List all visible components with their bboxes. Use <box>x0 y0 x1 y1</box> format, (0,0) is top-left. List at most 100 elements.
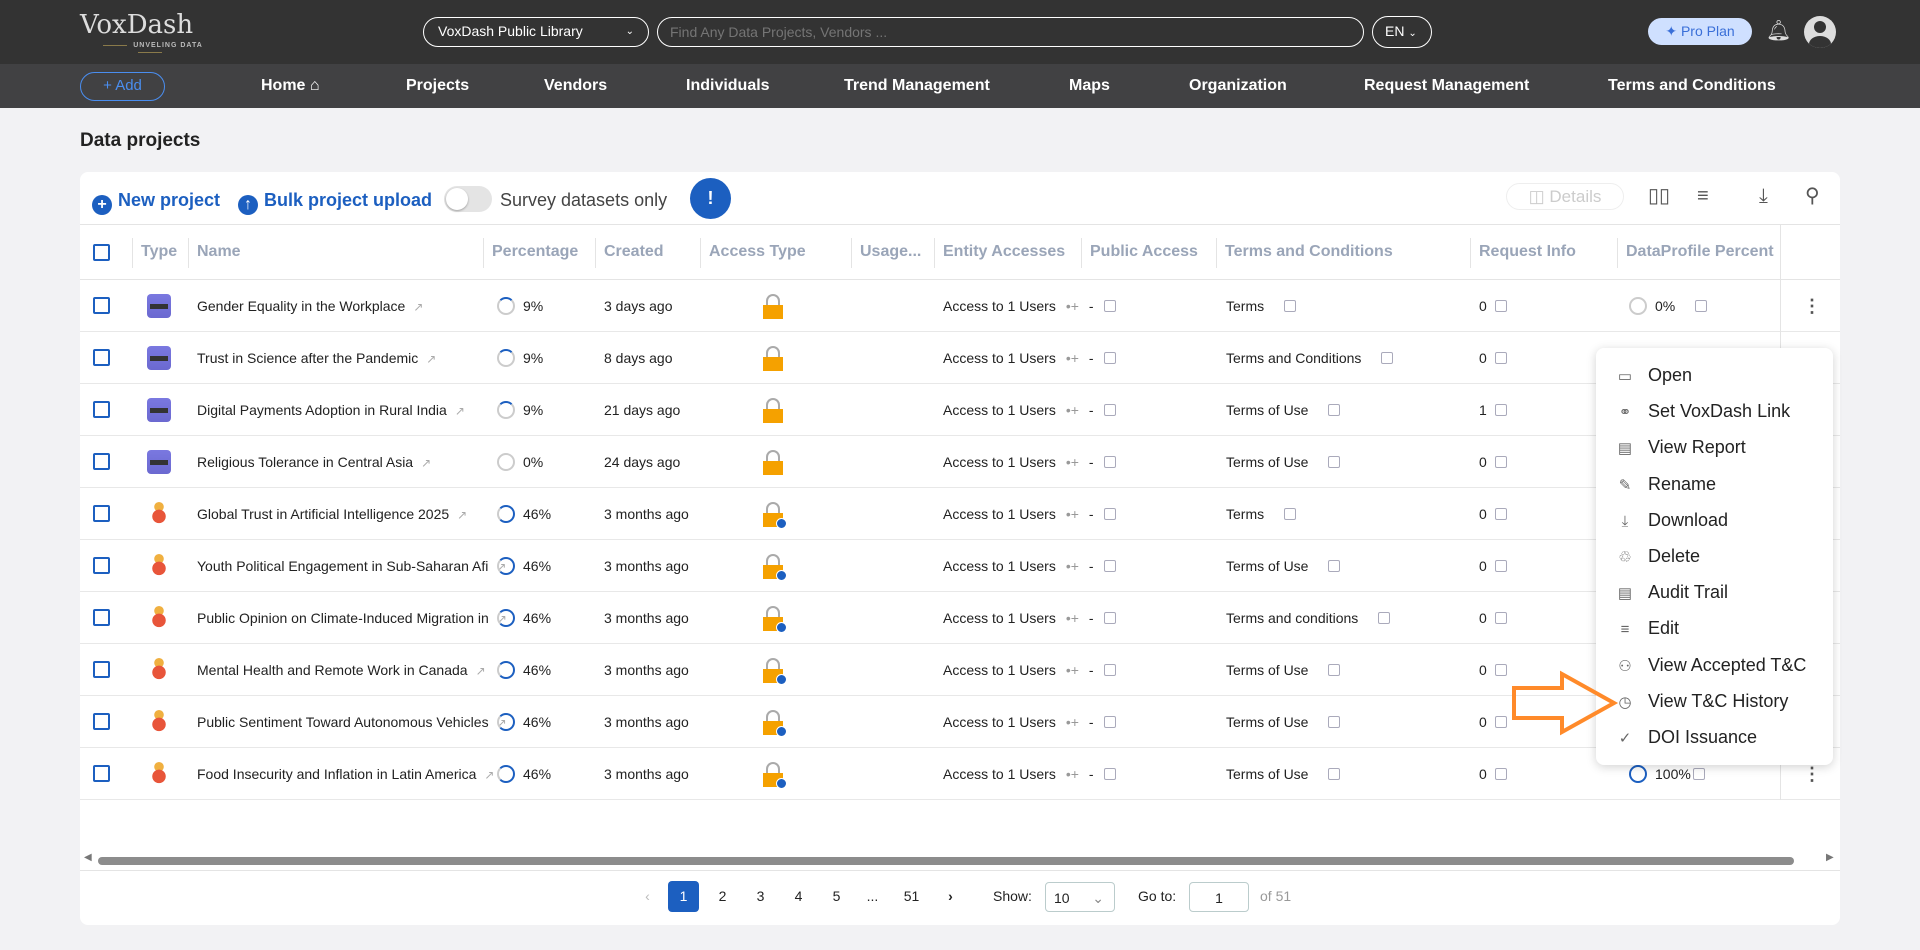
nav-vendors[interactable]: Vendors <box>544 64 607 108</box>
add-user-icon[interactable]: •+ <box>1066 506 1079 522</box>
project-name[interactable]: Trust in Science after the Pandemic <box>197 350 418 366</box>
page-button[interactable]: 51 <box>896 881 927 912</box>
edit-icon[interactable] <box>1328 716 1341 728</box>
new-project-button[interactable]: + New project <box>92 182 220 218</box>
survey-toggle[interactable] <box>444 186 492 212</box>
column-header-request-info[interactable]: Request Info <box>1470 238 1576 268</box>
page-button[interactable]: 5 <box>821 881 852 912</box>
page-button[interactable]: 2 <box>707 881 738 912</box>
external-link-icon[interactable]: ↗ <box>476 664 486 678</box>
edit-icon[interactable] <box>1695 300 1708 312</box>
edit-icon[interactable] <box>1494 560 1507 572</box>
row-checkbox[interactable] <box>93 453 110 470</box>
row-checkbox[interactable] <box>93 401 110 418</box>
menu-item-set-voxdash-link[interactable]: ⚭ Set VoxDash Link <box>1596 393 1833 429</box>
edit-icon[interactable] <box>1103 560 1116 572</box>
edit-icon[interactable] <box>1494 352 1507 364</box>
edit-icon[interactable] <box>1103 404 1116 416</box>
edit-icon[interactable] <box>1494 456 1507 468</box>
column-header-terms-and-conditions[interactable]: Terms and Conditions <box>1216 238 1393 268</box>
menu-item-view-report[interactable]: ▤ View Report <box>1596 429 1833 465</box>
nav-maps[interactable]: Maps <box>1069 64 1110 108</box>
row-checkbox[interactable] <box>93 765 110 782</box>
search-icon[interactable]: ⚲ <box>1805 184 1820 208</box>
page-button[interactable]: 4 <box>783 881 814 912</box>
page-button[interactable]: 3 <box>745 881 776 912</box>
edit-icon[interactable] <box>1494 300 1507 312</box>
edit-icon[interactable] <box>1328 560 1341 572</box>
lock-icon[interactable] <box>763 294 783 319</box>
external-link-icon[interactable]: ↗ <box>413 300 423 314</box>
project-name[interactable]: Digital Payments Adoption in Rural India <box>197 402 447 418</box>
column-header-type[interactable]: Type <box>132 238 177 268</box>
nav-individuals[interactable]: Individuals <box>686 64 770 108</box>
menu-item-view-accepted-t-c[interactable]: ⚇ View Accepted T&C <box>1596 647 1833 683</box>
next-page-button[interactable]: › <box>935 881 966 912</box>
column-header-access-type[interactable]: Access Type <box>700 238 806 268</box>
add-user-icon[interactable]: •+ <box>1066 662 1079 678</box>
row-checkbox[interactable] <box>93 505 110 522</box>
edit-icon[interactable] <box>1284 508 1297 520</box>
row-checkbox[interactable] <box>93 557 110 574</box>
edit-icon[interactable] <box>1284 300 1297 312</box>
project-name[interactable]: Religious Tolerance in Central Asia <box>197 454 413 470</box>
column-header-percentage[interactable]: Percentage <box>483 238 578 268</box>
edit-icon[interactable] <box>1328 456 1341 468</box>
nav-organization[interactable]: Organization <box>1189 64 1287 108</box>
columns-icon[interactable]: ▯▯ <box>1648 184 1670 208</box>
lock-icon[interactable] <box>763 398 783 423</box>
menu-item-audit-trail[interactable]: ▤ Audit Trail <box>1596 574 1833 610</box>
edit-icon[interactable] <box>1494 664 1507 676</box>
edit-icon[interactable] <box>1328 768 1341 780</box>
logo[interactable]: VoxDash <box>80 10 193 40</box>
edit-icon[interactable] <box>1103 352 1116 364</box>
project-name[interactable]: Global Trust in Artificial Intelligence … <box>197 506 449 522</box>
add-user-icon[interactable]: •+ <box>1066 714 1079 730</box>
table-row[interactable]: Public Opinion on Climate-Induced Migrat… <box>80 592 1840 644</box>
project-name[interactable]: Food Insecurity and Inflation in Latin A… <box>197 766 476 782</box>
bulk-upload-button[interactable]: ↑ Bulk project upload <box>238 182 432 218</box>
project-name[interactable]: Public Opinion on Climate-Induced Migrat… <box>197 610 489 626</box>
project-name[interactable]: Public Sentiment Toward Autonomous Vehic… <box>197 714 489 730</box>
edit-icon[interactable] <box>1103 300 1116 312</box>
download-icon[interactable]: ⤓ <box>1759 184 1768 208</box>
edit-icon[interactable] <box>1494 612 1507 624</box>
row-checkbox[interactable] <box>93 609 110 626</box>
row-checkbox[interactable] <box>93 297 110 314</box>
edit-icon[interactable] <box>1103 508 1116 520</box>
row-checkbox[interactable] <box>93 349 110 366</box>
table-row[interactable]: Food Insecurity and Inflation in Latin A… <box>80 748 1840 800</box>
avatar[interactable] <box>1804 16 1836 48</box>
project-name[interactable]: Gender Equality in the Workplace <box>197 298 405 314</box>
edit-icon[interactable] <box>1103 768 1116 780</box>
menu-item-rename[interactable]: ✎ Rename <box>1596 466 1833 502</box>
column-header-usage[interactable]: Usage... <box>851 238 921 268</box>
column-header-created[interactable]: Created <box>595 238 664 268</box>
add-user-icon[interactable]: •+ <box>1066 402 1079 418</box>
prev-page-button[interactable]: ‹ <box>632 881 663 912</box>
column-header-public-access[interactable]: Public Access <box>1081 238 1198 268</box>
feedback-chat-button[interactable]: ! <box>690 178 731 219</box>
row-actions-kebab-icon[interactable]: ⋮ <box>1803 280 1821 332</box>
edit-icon[interactable] <box>1103 664 1116 676</box>
menu-item-view-t-c-history[interactable]: ◷ View T&C History <box>1596 683 1833 719</box>
add-button[interactable]: + Add <box>80 72 165 101</box>
nav-trend-management[interactable]: Trend Management <box>844 64 990 108</box>
bell-icon[interactable]: 🔔︎ <box>1766 18 1791 43</box>
horizontal-scrollbar[interactable] <box>98 857 1794 865</box>
menu-item-edit[interactable]: ≡ Edit <box>1596 610 1833 646</box>
project-name[interactable]: Mental Health and Remote Work in Canada <box>197 662 468 678</box>
edit-icon[interactable] <box>1378 612 1391 624</box>
library-select[interactable]: VoxDash Public Library ⌄ <box>423 17 649 47</box>
scroll-left-icon[interactable]: ◀ <box>84 852 92 863</box>
column-header-dataprofile-percent[interactable]: DataProfile Percent <box>1617 238 1774 268</box>
table-row[interactable]: Gender Equality in the Workplace ↗ 9% 3 day… <box>80 280 1840 332</box>
lock-icon[interactable] <box>763 450 783 475</box>
external-link-icon[interactable]: ↗ <box>484 768 494 782</box>
nav-home[interactable]: Home ⌂ <box>261 64 320 108</box>
table-row[interactable]: Global Trust in Artificial Intelligence … <box>80 488 1840 540</box>
details-button[interactable]: ◫ Details <box>1506 183 1624 210</box>
external-link-icon[interactable]: ↗ <box>426 352 436 366</box>
goto-page-input[interactable]: 1 <box>1189 882 1249 912</box>
add-user-icon[interactable]: •+ <box>1066 558 1079 574</box>
